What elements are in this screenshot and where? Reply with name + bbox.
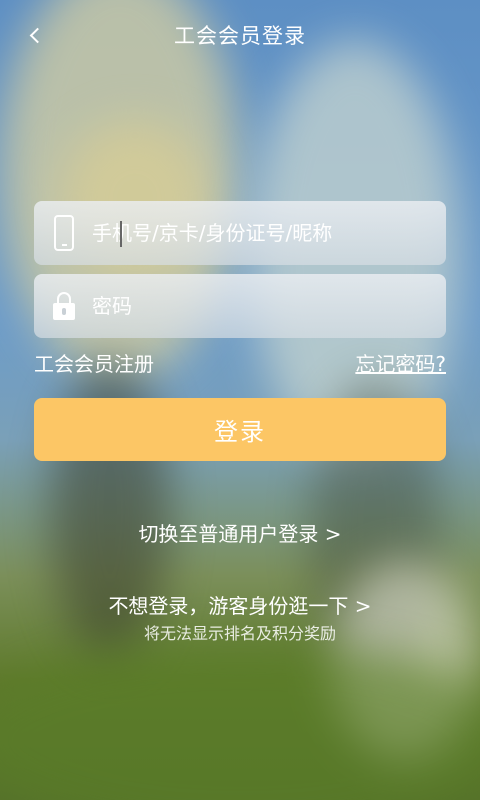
page-title: 工会会员登录: [174, 24, 306, 48]
guest-note: 将无法显示排名及积分奖励: [143, 624, 336, 643]
text-cursor: [120, 221, 122, 247]
form-links: 工会会员注册 忘记密码?: [34, 348, 446, 380]
forgot-password-link[interactable]: 忘记密码?: [355, 348, 446, 377]
switch-user-login-link[interactable]: 切换至普通用户登录 >: [0, 518, 480, 547]
password-input[interactable]: [92, 274, 446, 338]
login-button[interactable]: 登录: [34, 398, 446, 461]
account-input[interactable]: [92, 201, 446, 265]
header: 工会会员登录: [0, 0, 480, 70]
guest-browse-link[interactable]: 不想登录，游客身份逛一下 >: [0, 590, 480, 619]
password-field[interactable]: [34, 274, 446, 338]
lock-icon: [34, 274, 92, 338]
phone-icon: [34, 201, 92, 265]
account-field[interactable]: [34, 201, 446, 265]
register-link[interactable]: 工会会员注册: [34, 348, 154, 377]
